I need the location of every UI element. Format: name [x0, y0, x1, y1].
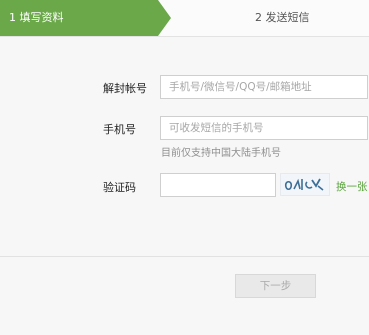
captcha-image[interactable]: [280, 173, 330, 196]
phone-label: 手机号: [103, 123, 136, 136]
refresh-captcha-link[interactable]: 换一张: [336, 179, 368, 194]
step-2-label: 2 发送短信: [255, 11, 310, 24]
account-input[interactable]: 手机号/微信号/QQ号/邮箱地址: [160, 75, 368, 99]
step-1-label: 1 填写资料: [9, 11, 64, 24]
form-divider: [0, 256, 369, 257]
captcha-input[interactable]: [160, 173, 276, 197]
account-label: 解封帐号: [103, 82, 147, 95]
step-arrow: [158, 0, 171, 36]
phone-input[interactable]: 可收发短信的手机号: [160, 116, 368, 140]
captcha-glyphs-icon: [284, 178, 324, 191]
step-1-active: 1 填写资料: [0, 0, 158, 36]
captcha-label: 验证码: [103, 181, 136, 194]
phone-hint: 目前仅支持中国大陆手机号: [161, 148, 281, 159]
next-button[interactable]: 下一步: [235, 274, 316, 298]
step-indicator: 1 填写资料 2 发送短信: [0, 0, 369, 37]
